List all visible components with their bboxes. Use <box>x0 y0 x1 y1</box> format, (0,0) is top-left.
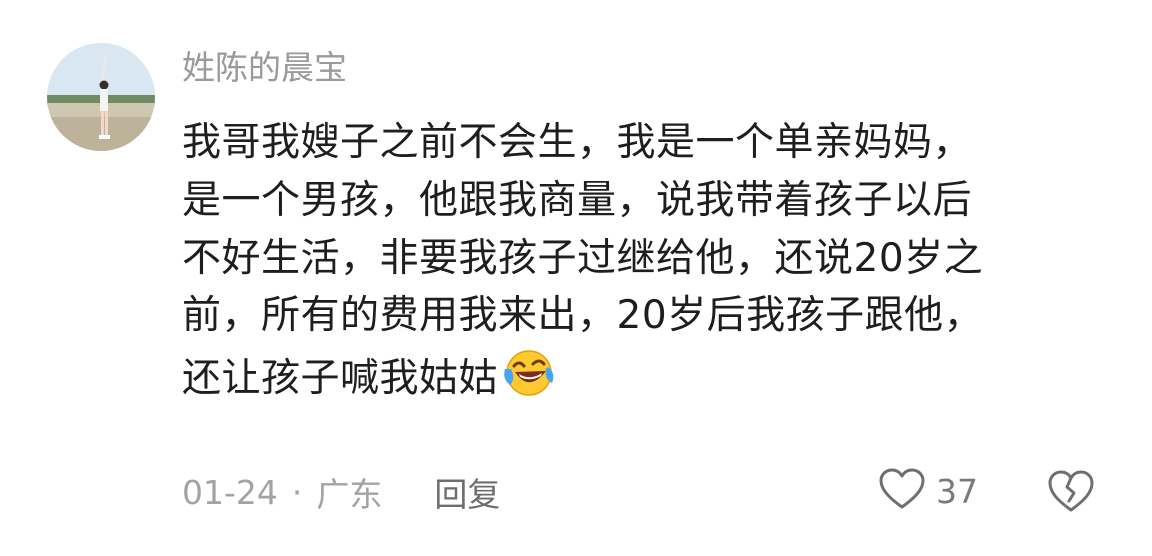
like-count: 37 <box>936 471 978 511</box>
comment-date: 01-24 <box>182 472 278 512</box>
meta-separator: · <box>291 472 303 512</box>
comment-text-line: 我哥我嫂子之前不会生，我是一个单亲妈妈， <box>182 120 973 165</box>
heart-outline-icon <box>878 467 926 515</box>
comment-meta: 01-24 · 广东 回复 <box>182 468 500 516</box>
comment-text-line: 是一个男孩，他跟我商量，说我带着孩子以后 <box>182 177 973 223</box>
comment-text-line: 不好生活，非要我孩子过继给他，还说20岁之 <box>182 235 984 281</box>
like-button[interactable]: 37 <box>878 466 978 516</box>
comment-author[interactable]: 姓陈的晨宝 <box>182 48 347 88</box>
avatar-photo <box>47 43 155 151</box>
avatar[interactable] <box>47 43 155 151</box>
comment-location: 广东 <box>316 475 383 514</box>
laughing-crying-emoji-icon <box>502 345 556 399</box>
reply-button[interactable]: 回复 <box>434 468 500 516</box>
comment-item: 姓陈的晨宝 我哥我嫂子之前不会生，我是一个单亲妈妈， 是一个男孩，他跟我商量，说… <box>0 0 1152 556</box>
comment-body: 我哥我嫂子之前不会生，我是一个单亲妈妈， 是一个男孩，他跟我商量，说我带着孩子以… <box>182 114 1102 403</box>
comment-text-line: 还让孩子喊我姑姑 <box>182 356 499 402</box>
broken-heart-icon <box>1046 470 1096 518</box>
dislike-button[interactable] <box>1046 468 1096 514</box>
comment-text-line-last: 还让孩子喊我姑姑 <box>182 345 1102 403</box>
comment-text-line: 前，所有的费用我来出，20岁后我孩子跟他， <box>182 293 984 339</box>
